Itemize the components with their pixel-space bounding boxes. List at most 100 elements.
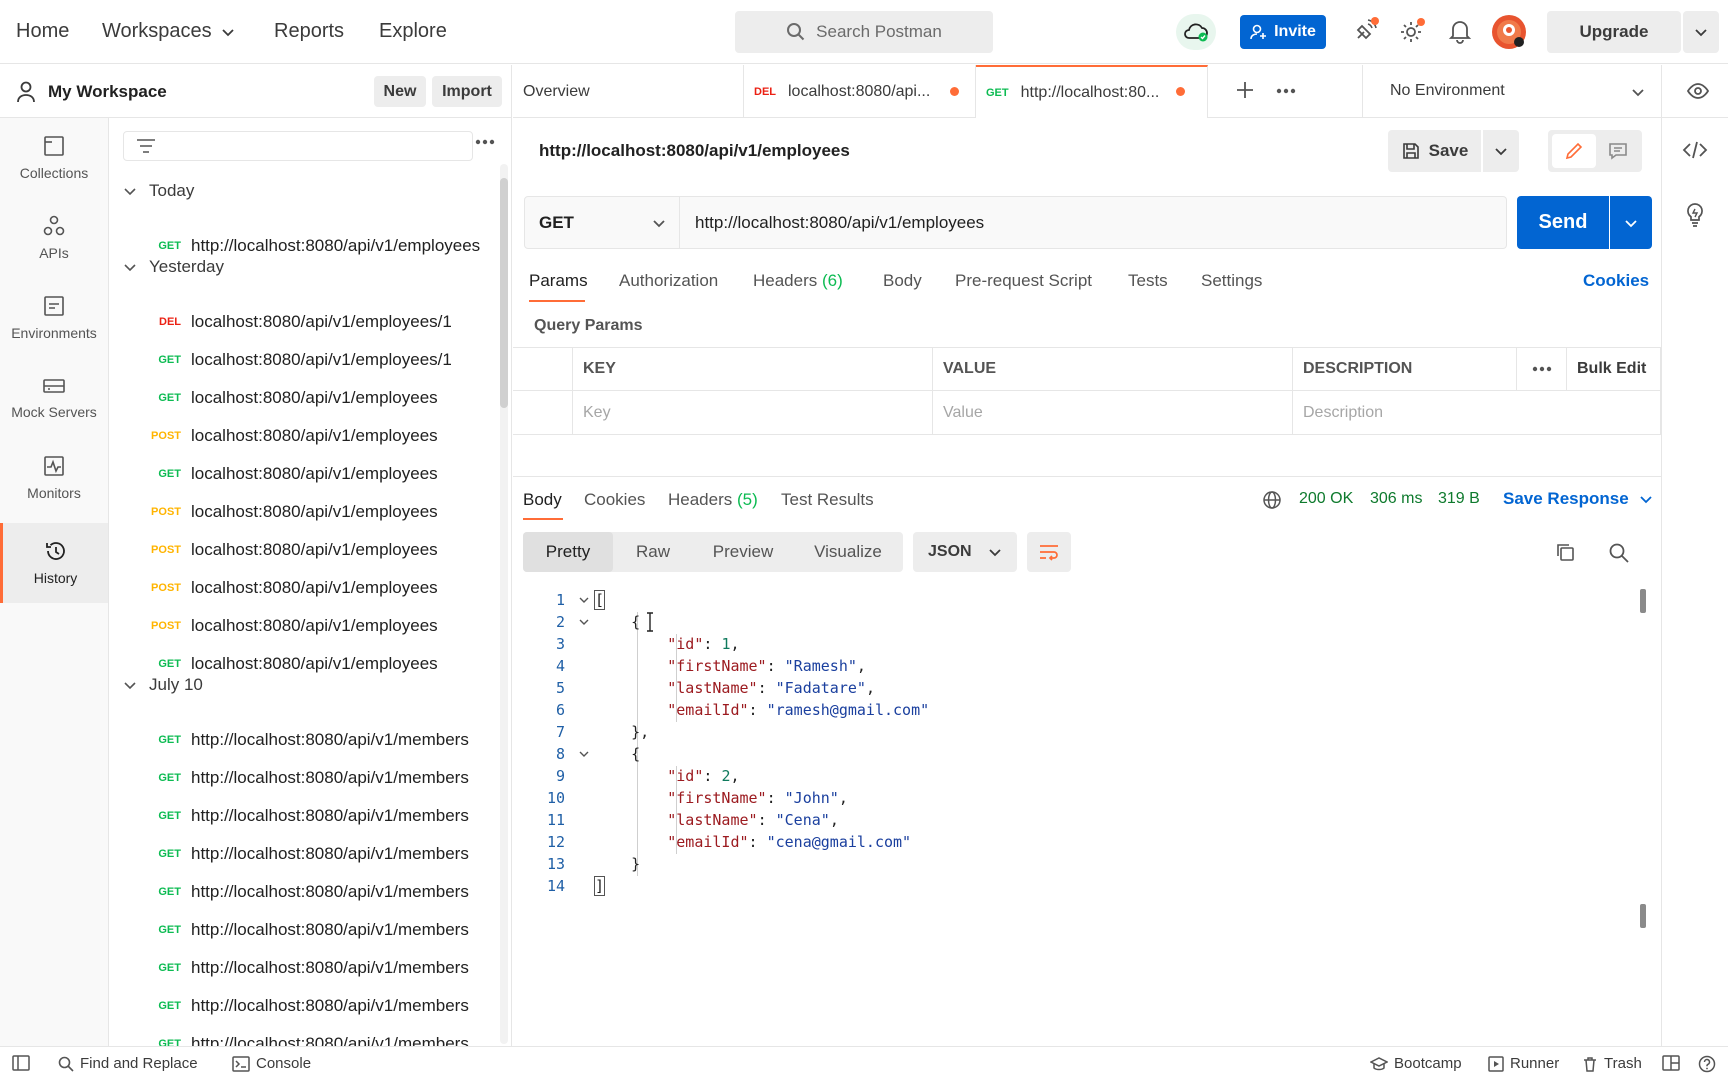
fold-chevron-icon[interactable] (573, 616, 595, 628)
bootcamp-button[interactable]: Bootcamp (1370, 1055, 1462, 1072)
history-row[interactable]: GET http://localhost:8080/api/v1/members (109, 951, 499, 985)
fold-chevron-icon[interactable] (573, 594, 595, 606)
console-button[interactable]: Console (232, 1055, 311, 1072)
format-select[interactable]: JSON (913, 532, 1017, 572)
lightbulb-icon[interactable] (1684, 202, 1706, 228)
satellite-icon[interactable] (1352, 16, 1380, 44)
history-row[interactable]: POST localhost:8080/api/v1/employees (109, 609, 499, 643)
history-row[interactable]: GET http://localhost:8080/api/v1/members (109, 799, 499, 833)
history-row[interactable]: POST localhost:8080/api/v1/employees (109, 419, 499, 453)
response-time[interactable]: 306 ms (1370, 490, 1422, 508)
view-pretty-button[interactable]: Pretty (523, 532, 613, 572)
history-row[interactable]: GET localhost:8080/api/v1/employees (109, 381, 499, 415)
rail-apis[interactable]: APIs (0, 198, 108, 278)
code-icon[interactable] (1682, 140, 1708, 160)
copy-icon[interactable] (1554, 541, 1576, 563)
tab-authorization[interactable]: Authorization (619, 271, 718, 291)
response-divider[interactable] (513, 476, 1661, 477)
tab-pre-request-script[interactable]: Pre-request Script (955, 271, 1092, 291)
more-options-icon[interactable] (474, 138, 496, 146)
history-scrollbar-thumb[interactable] (500, 178, 508, 408)
param-key-input[interactable]: Key (573, 391, 933, 435)
nav-reports[interactable]: Reports (274, 20, 344, 43)
response-tab-body[interactable]: Body (523, 490, 562, 510)
help-icon[interactable] (1698, 1055, 1716, 1073)
search-input[interactable]: Search Postman (735, 11, 993, 53)
eye-icon[interactable] (1686, 80, 1710, 102)
response-tab-cookies[interactable]: Cookies (584, 490, 645, 510)
save-menu-button[interactable] (1483, 130, 1519, 172)
upgrade-button[interactable]: Upgrade (1547, 11, 1681, 53)
param-value-input[interactable]: Value (933, 391, 1293, 435)
save-response-button[interactable]: Save Response (1503, 489, 1653, 509)
rail-mock-servers[interactable]: Mock Servers (0, 358, 108, 438)
nav-home[interactable]: Home (16, 20, 69, 43)
rail-monitors[interactable]: Monitors (0, 438, 108, 518)
response-body-viewer[interactable]: 1 [ 2 { 3 "id": 1, 4 "firstName": "Rames… (523, 588, 1653, 1036)
history-row[interactable]: GET http://localhost:8080/api/v1/members (109, 723, 499, 757)
history-row[interactable]: GET http://localhost:8080/api/v1/members (109, 913, 499, 947)
find-replace-button[interactable]: Find and Replace (58, 1055, 198, 1072)
environment-selector[interactable]: No Environment (1390, 82, 1505, 100)
comment-mode-button[interactable] (1598, 134, 1638, 168)
edit-mode-button[interactable] (1552, 134, 1596, 168)
bulk-edit-button[interactable]: Bulk Edit (1567, 347, 1661, 391)
tab-overview[interactable]: Overview (513, 65, 744, 118)
fold-chevron-icon[interactable] (573, 748, 595, 760)
two-pane-icon[interactable] (1662, 1055, 1680, 1071)
wrap-lines-button[interactable] (1027, 532, 1071, 572)
view-preview-button[interactable]: Preview (693, 532, 793, 572)
chevron-down-icon[interactable] (1630, 84, 1646, 100)
table-options-button[interactable] (1517, 347, 1567, 391)
send-menu-button[interactable] (1610, 196, 1652, 249)
sync-status-icon[interactable] (1176, 14, 1216, 50)
tab-delete-request[interactable]: DEL localhost:8080/api... (744, 65, 976, 118)
history-row[interactable]: GET localhost:8080/api/v1/employees (109, 457, 499, 491)
nav-workspaces[interactable]: Workspaces (102, 20, 236, 43)
gear-icon[interactable] (1398, 17, 1426, 45)
workspace-name[interactable]: My Workspace (48, 82, 167, 102)
new-button[interactable]: New (374, 76, 426, 107)
cookies-link[interactable]: Cookies (1583, 271, 1649, 291)
toggle-sidebar-icon[interactable] (12, 1055, 30, 1071)
rail-collections[interactable]: Collections (0, 118, 108, 198)
tab-settings[interactable]: Settings (1201, 271, 1262, 291)
upgrade-menu-button[interactable] (1683, 11, 1719, 53)
history-group-today[interactable]: Today (123, 181, 194, 201)
tab-get-request[interactable]: GET http://localhost:80... (976, 65, 1208, 118)
runner-button[interactable]: Runner (1488, 1055, 1559, 1072)
tab-headers[interactable]: Headers (6) (753, 271, 843, 291)
history-row[interactable]: POST localhost:8080/api/v1/employees (109, 533, 499, 567)
status-code[interactable]: 200 OK (1299, 490, 1353, 508)
save-button[interactable]: Save (1388, 130, 1481, 172)
plus-icon[interactable] (1235, 80, 1255, 100)
tab-params[interactable]: Params (529, 271, 588, 291)
history-group-yesterday[interactable]: Yesterday (123, 257, 224, 277)
avatar[interactable] (1492, 15, 1526, 49)
history-filter-input[interactable] (123, 131, 473, 161)
history-row[interactable]: GET http://localhost:8080/api/v1/members (109, 1027, 499, 1046)
history-group-july-10[interactable]: July 10 (123, 675, 203, 695)
history-row[interactable]: GET http://localhost:8080/api/v1/members (109, 761, 499, 795)
send-button[interactable]: Send (1517, 196, 1609, 249)
rail-environments[interactable]: Environments (0, 278, 108, 358)
invite-button[interactable]: Invite (1240, 15, 1326, 49)
nav-explore[interactable]: Explore (379, 20, 447, 43)
more-options-icon[interactable] (1275, 87, 1297, 95)
view-visualize-button[interactable]: Visualize (793, 532, 903, 572)
history-row[interactable]: GET http://localhost:8080/api/v1/members (109, 875, 499, 909)
url-input[interactable]: http://localhost:8080/api/v1/employees (680, 196, 1507, 249)
trash-button[interactable]: Trash (1582, 1055, 1642, 1072)
param-description-input[interactable]: Description (1293, 391, 1661, 435)
history-row[interactable]: POST localhost:8080/api/v1/employees (109, 571, 499, 605)
rail-history[interactable]: History (0, 523, 108, 603)
history-row[interactable]: GET http://localhost:8080/api/v1/members (109, 989, 499, 1023)
search-icon[interactable] (1608, 542, 1630, 564)
code-scroll-marker[interactable] (1640, 589, 1646, 613)
history-row[interactable]: GET localhost:8080/api/v1/employees/1 (109, 343, 499, 377)
response-tab-headers[interactable]: Headers (5) (668, 490, 758, 510)
view-raw-button[interactable]: Raw (613, 532, 693, 572)
history-row[interactable]: POST localhost:8080/api/v1/employees (109, 495, 499, 529)
history-row[interactable]: GET http://localhost:8080/api/v1/members (109, 837, 499, 871)
globe-icon[interactable] (1262, 490, 1282, 510)
